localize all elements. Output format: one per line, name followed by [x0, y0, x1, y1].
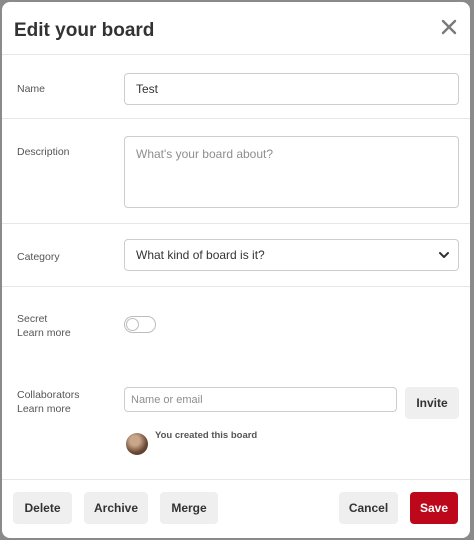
invite-button[interactable]: Invite: [405, 387, 459, 419]
collaborator-input[interactable]: [124, 387, 397, 412]
divider: [2, 118, 470, 119]
category-label: Category: [17, 251, 60, 263]
collaborators-label-group: Collaborators Learn more: [17, 388, 79, 416]
divider: [2, 54, 470, 55]
collaborators-learn-more-link[interactable]: Learn more: [17, 402, 79, 416]
secret-label: Secret: [17, 313, 48, 325]
category-select[interactable]: What kind of board is it?: [124, 239, 459, 271]
cancel-button[interactable]: Cancel: [339, 492, 398, 524]
close-button[interactable]: [436, 14, 462, 40]
collaborators-label: Collaborators: [17, 389, 80, 401]
archive-button[interactable]: Archive: [84, 492, 148, 524]
merge-button[interactable]: Merge: [160, 492, 218, 524]
delete-button[interactable]: Delete: [13, 492, 72, 524]
chevron-down-icon: [439, 252, 449, 258]
save-button[interactable]: Save: [410, 492, 458, 524]
divider: [2, 286, 470, 287]
secret-learn-more-link[interactable]: Learn more: [17, 326, 71, 340]
dialog-title: Edit your board: [14, 20, 155, 41]
close-icon: [441, 19, 457, 35]
secret-label-group: Secret Learn more: [17, 312, 71, 340]
category-select-value: What kind of board is it?: [136, 248, 265, 262]
avatar: [126, 433, 148, 455]
owner-note: You created this board: [155, 430, 258, 441]
edit-board-dialog: Edit your board Name Description Categor…: [2, 2, 470, 538]
description-textarea[interactable]: [124, 136, 459, 208]
secret-toggle[interactable]: [124, 316, 156, 333]
name-input[interactable]: [124, 73, 459, 105]
divider: [2, 479, 470, 480]
description-label: Description: [17, 146, 70, 158]
name-label: Name: [17, 83, 46, 95]
toggle-knob: [126, 318, 139, 331]
divider: [2, 223, 470, 224]
